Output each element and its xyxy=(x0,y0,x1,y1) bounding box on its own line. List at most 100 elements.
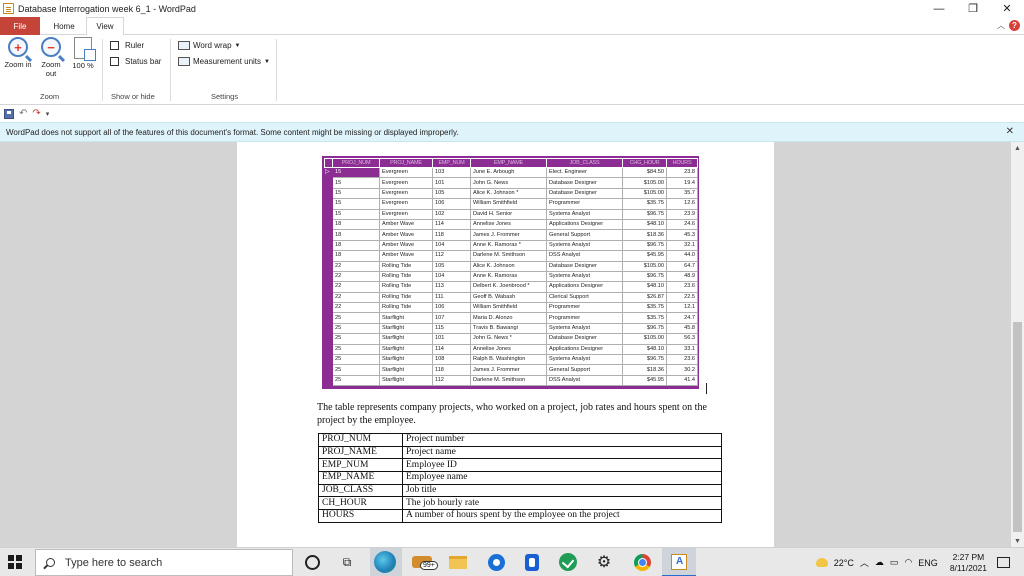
table-row[interactable]: 15 Evergreen 102 David H. Senior Systems Ana… xyxy=(324,208,698,220)
weather-temp[interactable]: 22°C xyxy=(834,558,854,568)
minimize-button[interactable]: — xyxy=(922,0,956,17)
scroll-up-icon[interactable]: ▲ xyxy=(1011,142,1024,154)
help-icon[interactable]: ? xyxy=(1009,20,1020,31)
tab-file[interactable]: File xyxy=(0,17,40,35)
row-selector[interactable] xyxy=(324,354,333,366)
row-selector[interactable] xyxy=(324,260,333,272)
document-page[interactable]: PROJ_NUM PROJ_NAME EMP_NUM EMP_NAME JOB_CLAS… xyxy=(237,142,774,547)
tab-home[interactable]: Home xyxy=(44,17,84,35)
restore-button[interactable]: ❐ xyxy=(956,0,990,17)
table-row[interactable]: 25 Starflight 108 Ralph B. Washington System… xyxy=(324,354,698,366)
row-selector[interactable]: ▷ xyxy=(324,166,333,179)
table-row[interactable]: 25 Starflight 114 Annelise Jones Application… xyxy=(324,343,698,356)
start-button[interactable] xyxy=(8,555,22,569)
table-row[interactable]: 25 Starflight 101 John G. News * Database De… xyxy=(324,333,698,345)
table-row[interactable]: 25 Starflight 118 James J. Frommer General S… xyxy=(324,364,698,376)
table-row[interactable]: 25 Starflight 107 Maria D. Alonzo Programmer… xyxy=(324,312,698,324)
ruler-checkbox-row[interactable]: Ruler xyxy=(110,41,144,50)
zoom-100-button[interactable]: 100 % xyxy=(69,37,97,70)
chrome-icon[interactable] xyxy=(632,552,652,572)
table-row[interactable]: 22 Rolling Tide 111 Geoff B. Wabash Clerical… xyxy=(324,291,698,304)
status-bar-checkbox-row[interactable]: Status bar xyxy=(110,57,161,66)
word-wrap-button[interactable]: Word wrap ▼ xyxy=(178,41,240,50)
chevron-up-icon[interactable]: ︿ xyxy=(860,556,869,569)
taskbar-search[interactable]: Type here to search xyxy=(35,549,293,576)
green-app-icon[interactable] xyxy=(558,552,578,572)
table-row[interactable]: 15 Evergreen 101 John G. News Database Desig… xyxy=(324,177,698,189)
row-selector[interactable] xyxy=(324,270,333,283)
customize-toolbar-icon[interactable]: ▾ xyxy=(46,110,50,118)
table-cell: $45.95 xyxy=(622,374,667,387)
notification-icon[interactable] xyxy=(997,557,1010,568)
row-selector[interactable] xyxy=(324,250,333,262)
row-selector[interactable] xyxy=(324,291,333,304)
row-selector[interactable] xyxy=(324,333,333,345)
row-selector[interactable] xyxy=(324,364,333,376)
undo-icon[interactable]: ↶ xyxy=(19,108,27,119)
weather-icon[interactable] xyxy=(815,558,828,567)
row-selector[interactable] xyxy=(324,177,333,189)
column-header[interactable]: PROJ_NUM xyxy=(332,158,380,168)
office-icon[interactable] xyxy=(522,552,542,572)
row-selector[interactable] xyxy=(324,187,333,200)
row-selector[interactable] xyxy=(324,218,333,231)
table-row[interactable]: 25 Starflight 115 Travis B. Bawangi Systems … xyxy=(324,322,698,335)
row-selector[interactable] xyxy=(324,312,333,324)
minimize-ribbon-icon[interactable]: ︿ xyxy=(997,20,1005,31)
table-row[interactable]: 22 Rolling Tide 113 Delbert K. Joenbrood * A… xyxy=(324,281,698,293)
file-explorer-icon[interactable] xyxy=(448,552,468,572)
scrollbar-thumb[interactable] xyxy=(1013,322,1022,532)
table-row[interactable]: 15 Evergreen 105 Alice K. Johnson * Database… xyxy=(324,187,698,200)
table-row[interactable]: 22 Rolling Tide 105 Alice K. Johnson Databas… xyxy=(324,260,698,272)
task-view-icon[interactable]: ⧉ xyxy=(337,552,357,572)
wordpad-taskbar-icon[interactable] xyxy=(669,552,689,572)
column-header[interactable]: EMP_NUM xyxy=(432,158,471,168)
ruler-checkbox[interactable] xyxy=(110,41,119,50)
row-selector[interactable] xyxy=(324,302,333,314)
zoom-in-button[interactable]: + Zoom in xyxy=(4,37,32,69)
tab-view[interactable]: View xyxy=(86,17,124,36)
edge-browser-icon[interactable] xyxy=(374,551,396,573)
wifi-icon[interactable]: ◠ xyxy=(904,557,912,568)
blue-app-icon[interactable] xyxy=(486,552,506,572)
table-row[interactable]: 22 Rolling Tide 106 William Smithfield Progr… xyxy=(324,302,698,314)
table-row[interactable]: 18 Amber Wave 118 James J. Frommer General S… xyxy=(324,229,698,241)
row-selector[interactable] xyxy=(324,343,333,356)
column-header[interactable]: CHG_HOUR xyxy=(622,158,667,168)
embedded-table-image[interactable]: PROJ_NUM PROJ_NAME EMP_NUM EMP_NAME JOB_CLAS… xyxy=(322,156,699,389)
row-selector[interactable] xyxy=(324,229,333,241)
row-selector[interactable] xyxy=(324,281,333,293)
language-indicator[interactable]: ENG xyxy=(918,558,938,568)
table-row[interactable]: 18 Amber Wave 114 Annelise Jones Application… xyxy=(324,218,698,231)
clock[interactable]: 2:27 PM 8/11/2021 xyxy=(950,552,987,574)
vertical-scrollbar[interactable]: ▲ ▼ xyxy=(1011,142,1024,547)
column-header[interactable]: HOURS xyxy=(666,158,698,168)
row-selector[interactable] xyxy=(324,198,333,210)
row-selector[interactable] xyxy=(324,239,333,252)
wordpad-app-icon[interactable] xyxy=(3,3,14,14)
close-button[interactable]: ✕ xyxy=(990,0,1024,17)
row-selector[interactable] xyxy=(324,208,333,220)
column-header[interactable]: EMP_NAME xyxy=(470,158,547,168)
column-header[interactable]: JOB_CLASS xyxy=(546,158,623,168)
zoom-out-button[interactable]: − Zoom out xyxy=(37,37,65,78)
settings-gear-icon[interactable]: ⚙ xyxy=(594,552,614,572)
column-header[interactable]: PROJ_NAME xyxy=(379,158,433,168)
table-row[interactable]: 22 Rolling Tide 104 Anne K. Ramoras Systems … xyxy=(324,270,698,283)
row-selector[interactable] xyxy=(324,322,333,335)
table-row[interactable]: 18 Amber Wave 112 Darlene M. Smithson DSS An… xyxy=(324,250,698,262)
redo-icon[interactable]: ↷ xyxy=(32,108,40,119)
save-icon[interactable] xyxy=(4,108,14,119)
table-row[interactable]: 25 Starflight 112 Darlene M. Smithson DSS An… xyxy=(324,374,698,387)
onedrive-icon[interactable]: ☁ xyxy=(875,557,884,568)
scroll-down-icon[interactable]: ▼ xyxy=(1011,535,1024,547)
table-row[interactable]: ▷ 15 Evergreen 103 June E. Arbough Elect. Eng… xyxy=(324,166,698,179)
measurement-units-button[interactable]: Measurement units ▼ xyxy=(178,57,270,66)
cortana-icon[interactable] xyxy=(302,552,322,572)
row-selector[interactable] xyxy=(324,374,333,387)
table-row[interactable]: 15 Evergreen 106 William Smithfield Programm… xyxy=(324,198,698,210)
status-bar-checkbox[interactable] xyxy=(110,57,119,66)
table-row[interactable]: 18 Amber Wave 104 Anne K. Ramoras * Systems … xyxy=(324,239,698,252)
battery-icon[interactable]: ▭ xyxy=(890,557,899,568)
warning-close-icon[interactable]: ✕ xyxy=(1006,126,1014,137)
